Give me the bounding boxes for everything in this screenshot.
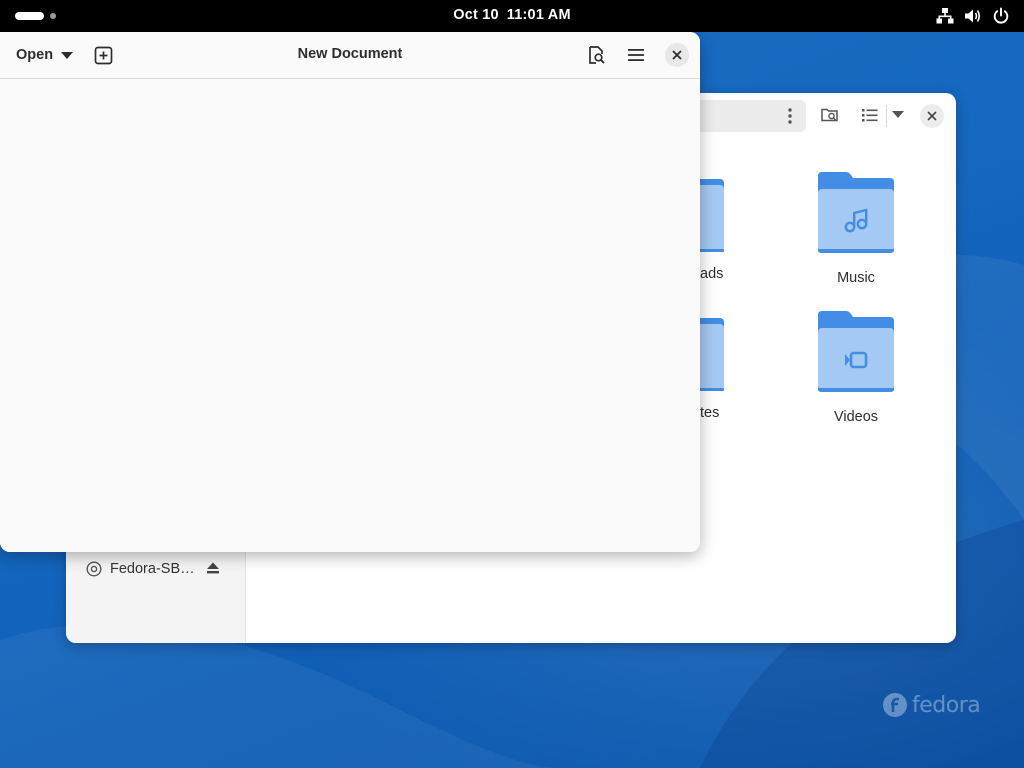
folder-icon <box>818 172 894 253</box>
fedora-icon <box>883 693 907 717</box>
toolbar-separator <box>886 105 887 127</box>
top-bar: Oct 10 11:01 AM <box>0 0 1024 32</box>
folder-videos[interactable]: Videos <box>806 311 906 425</box>
folder-icon[interactable] <box>696 179 726 253</box>
power-icon <box>993 7 1009 24</box>
files-close-button[interactable] <box>920 104 944 128</box>
editor-text-area[interactable] <box>0 79 700 552</box>
files-path-bar[interactable] <box>686 100 806 132</box>
search-folder-icon[interactable] <box>820 105 840 125</box>
folder-label-partial: ads <box>700 266 724 282</box>
text-editor-window[interactable]: Open New Document <box>0 32 700 552</box>
folder-label: Videos <box>833 409 879 425</box>
folder-music[interactable]: Music <box>806 172 906 286</box>
volume-icon <box>965 9 981 23</box>
list-view-icon[interactable] <box>861 105 879 125</box>
system-tray[interactable] <box>936 7 1010 25</box>
eject-icon[interactable] <box>206 561 220 575</box>
close-icon <box>927 111 937 121</box>
clock-date: Oct 10 <box>453 7 499 23</box>
folder-label-partial: tes <box>700 405 720 421</box>
folder-label: Music <box>837 270 875 286</box>
optical-disc-icon <box>86 561 102 577</box>
find-icon[interactable] <box>587 45 607 65</box>
fedora-logo: fedora <box>882 692 981 718</box>
folder-icon[interactable] <box>696 318 726 392</box>
sidebar-item-label: Fedora-SB… <box>110 561 195 577</box>
view-options-dropdown-icon[interactable] <box>892 111 904 119</box>
fedora-wordmark: fedora <box>912 692 981 718</box>
editor-close-button[interactable] <box>665 43 689 67</box>
editor-headerbar: Open New Document <box>0 32 700 79</box>
clock-time: 11:01 AM <box>506 7 571 23</box>
hamburger-menu-icon[interactable] <box>627 47 645 63</box>
kebab-menu-icon[interactable] <box>788 108 792 124</box>
clock[interactable]: Oct 10 11:01 AM <box>0 7 1024 23</box>
sidebar-item-fedora-drive[interactable]: Fedora-SB… <box>86 558 236 580</box>
folder-icon <box>818 311 894 392</box>
close-icon <box>672 50 682 60</box>
network-wired-icon <box>936 8 954 24</box>
